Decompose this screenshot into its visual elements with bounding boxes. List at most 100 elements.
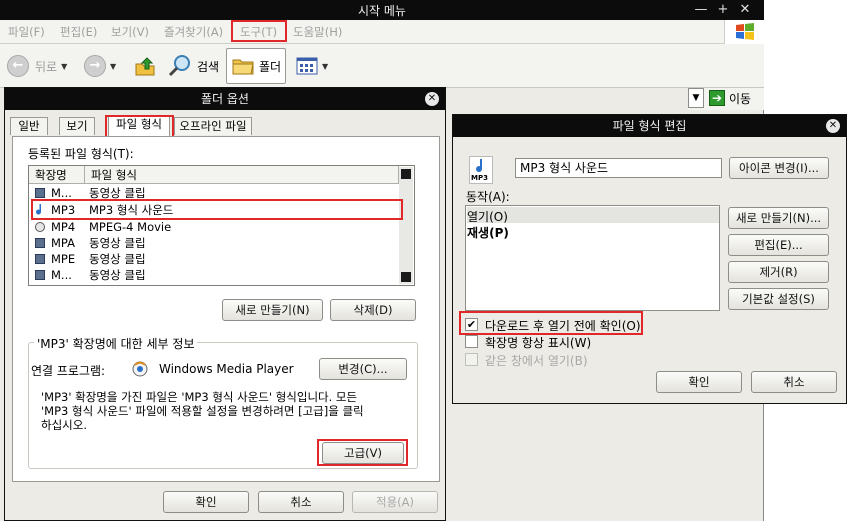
change-icon-button[interactable]: 아이콘 변경(I)... — [729, 157, 829, 179]
title-bar: 시작 메뉴 — + ✕ — [0, 0, 764, 20]
menu-file[interactable]: 파일(F) — [8, 24, 45, 40]
description-line-2: 'MP3 형식 사운드' 파일에 적용할 설정을 변경하려면 [고급]을 클릭 — [41, 404, 364, 418]
list-scrollbar[interactable] — [399, 167, 413, 284]
tab-offline-files[interactable]: 오프라인 파일 — [174, 117, 252, 135]
highlight-advanced-button — [317, 439, 408, 466]
folder-icon — [232, 59, 254, 75]
list-header: 확장명 파일 형식 — [29, 166, 399, 184]
search-button[interactable]: 검색 — [167, 50, 219, 82]
dialog-title: 파일 형식 편집 — [453, 115, 846, 137]
windows-logo — [724, 20, 764, 44]
highlight-mp3-row — [31, 199, 403, 220]
set-default-button[interactable]: 기본값 설정(S) — [728, 288, 829, 310]
go-label: 이동 — [729, 91, 752, 106]
apply-button[interactable]: 적용(A) — [352, 491, 438, 513]
file-types-list[interactable]: 확장명 파일 형식 M... 동영상 클립 MP3 MP3 형식 사운드 MP4… — [28, 165, 415, 286]
change-program-button[interactable]: 변경(C)... — [319, 358, 407, 380]
remove-action-button[interactable]: 제거(R) — [728, 261, 829, 283]
forward-button[interactable]: → ▼ — [84, 50, 116, 82]
back-arrow-icon: ← — [7, 55, 29, 77]
actions-label: 동작(A): — [466, 190, 510, 204]
go-arrow-icon: ➔ — [709, 90, 725, 106]
media-file-icon — [35, 222, 45, 232]
always-show-extension-checkbox[interactable] — [465, 335, 478, 348]
windows-media-player-icon — [132, 361, 148, 377]
actions-list[interactable]: 열기(O) 재생(P) — [465, 205, 720, 311]
browse-same-window-checkbox[interactable] — [465, 353, 478, 366]
music-note-icon — [476, 159, 483, 173]
icon-caption: MP3 — [471, 174, 488, 182]
back-label: 뒤로 — [35, 59, 58, 74]
tab-view[interactable]: 보기 — [59, 117, 95, 135]
edit-ok-button[interactable]: 확인 — [656, 371, 742, 393]
delete-type-button[interactable]: 삭제(D) — [330, 299, 416, 321]
go-button[interactable]: ➔ 이동 — [709, 88, 751, 108]
file-type-icon: MP3 — [469, 156, 493, 184]
scroll-up-button[interactable] — [401, 169, 411, 179]
list-item[interactable]: MPE 동영상 클립 — [29, 251, 399, 267]
cancel-button[interactable]: 취소 — [258, 491, 344, 513]
row-extension: MPE — [51, 252, 76, 266]
row-type: 동영상 클립 — [89, 252, 146, 266]
dropdown-arrow-icon: ▼ — [61, 61, 68, 71]
forward-arrow-icon: → — [84, 55, 106, 77]
up-folder-icon — [135, 57, 155, 76]
menu-favorites[interactable]: 즐겨찾기(A) — [164, 24, 223, 40]
list-item[interactable]: M... 동영상 클립 — [29, 267, 399, 283]
search-label: 검색 — [197, 59, 220, 74]
row-type: 동영상 클립 — [89, 268, 146, 282]
edit-action-button[interactable]: 편집(E)... — [728, 234, 829, 256]
tab-general[interactable]: 일반 — [10, 117, 48, 135]
row-extension: MP4 — [51, 220, 76, 234]
row-type: 동영상 클립 — [89, 236, 146, 250]
list-item[interactable]: MPA 동영상 클립 — [29, 235, 399, 251]
close-icon[interactable]: ✕ — [425, 92, 439, 106]
menu-edit[interactable]: 편집(E) — [60, 24, 97, 40]
address-go-area: ▼ ➔ 이동 — [688, 88, 764, 110]
description-line-3: 하십시오. — [41, 418, 87, 432]
action-play: 재생(P) — [467, 226, 509, 240]
address-dropdown-button[interactable]: ▼ — [688, 88, 704, 108]
details-group-title: 'MP3' 확장명에 대한 세부 정보 — [34, 335, 198, 352]
window-title: 시작 메뉴 — [358, 4, 406, 18]
up-folder-button[interactable] — [133, 50, 157, 82]
browse-same-window-label: 같은 창에서 열기(B) — [485, 354, 588, 368]
highlight-confirm-open — [459, 311, 643, 335]
maximize-button[interactable]: + — [714, 1, 732, 19]
toolbar: ← 뒤로 ▼ → ▼ 검색 폴더 ▼ — [0, 44, 764, 88]
ok-button[interactable]: 확인 — [163, 491, 249, 513]
column-extension[interactable]: 확장명 — [29, 166, 85, 184]
back-button[interactable]: ← 뒤로 ▼ — [7, 50, 67, 82]
list-item-selected[interactable]: 열기(O) — [467, 207, 719, 224]
dialog-title: 폴더 옵션 — [5, 88, 445, 110]
search-icon — [168, 55, 190, 77]
menu-bar: 파일(F) 편집(E) 보기(V) 즐겨찾기(A) 도구(T) 도움말(H) — [0, 20, 764, 44]
video-file-icon — [35, 270, 45, 280]
close-button[interactable]: ✕ — [736, 1, 754, 19]
column-file-type[interactable]: 파일 형식 — [85, 166, 399, 184]
row-extension: MPA — [51, 236, 75, 250]
views-button[interactable]: ▼ — [296, 50, 328, 82]
list-item[interactable]: 재생(P) — [467, 224, 719, 240]
always-show-extension-label: 확장명 항상 표시(W) — [485, 336, 592, 350]
scroll-down-button[interactable] — [401, 272, 411, 282]
row-extension: M... — [51, 268, 72, 282]
folders-button[interactable]: 폴더 — [226, 48, 286, 84]
action-open: 열기(O) — [467, 210, 508, 224]
close-icon[interactable]: ✕ — [826, 119, 840, 133]
edit-cancel-button[interactable]: 취소 — [751, 371, 837, 393]
new-action-button[interactable]: 새로 만들기(N)... — [728, 207, 829, 229]
menu-view[interactable]: 보기(V) — [111, 24, 149, 40]
menu-help[interactable]: 도움말(H) — [293, 24, 342, 40]
dropdown-arrow-icon: ▼ — [322, 61, 329, 71]
program-name: Windows Media Player — [159, 362, 294, 376]
view-grid-icon — [296, 57, 318, 75]
folders-label: 폴더 — [259, 59, 282, 74]
dropdown-arrow-icon: ▼ — [110, 61, 117, 71]
new-type-button[interactable]: 새로 만들기(N) — [222, 299, 323, 321]
type-name-field[interactable]: MP3 형식 사운드 — [515, 158, 722, 178]
minimize-button[interactable]: — — [692, 1, 710, 19]
highlight-tools-menu — [231, 20, 287, 42]
registered-types-label: 등록된 파일 형식(T): — [28, 147, 134, 161]
list-item[interactable]: MP4 MPEG-4 Movie — [29, 219, 399, 235]
